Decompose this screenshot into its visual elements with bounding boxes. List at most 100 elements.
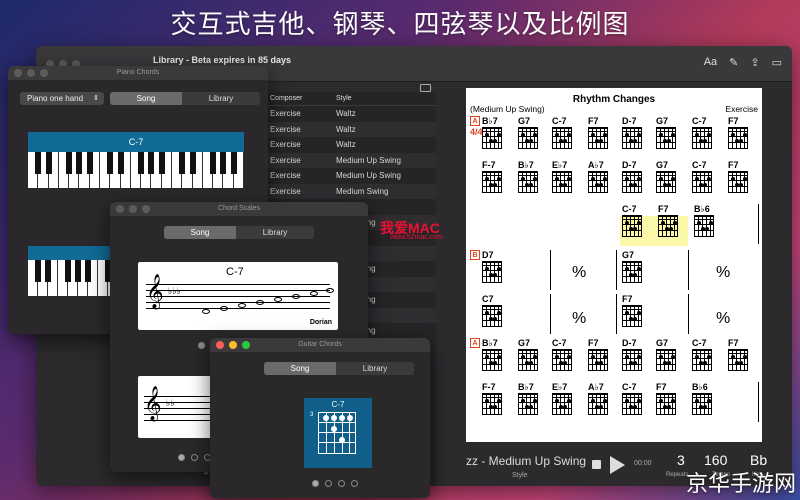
chord-cell[interactable]: D-7 [622, 338, 654, 386]
chord-cell[interactable]: G7 [518, 338, 550, 386]
chord-cell[interactable]: F7 [728, 160, 760, 208]
chord-cell[interactable]: F7 [728, 116, 760, 164]
table-row[interactable]: Exercise Waltz [266, 106, 436, 122]
font-size-icon[interactable]: Aa [704, 56, 717, 69]
chord-cell[interactable]: C-7 [622, 382, 654, 430]
chord-cell[interactable]: F7 [728, 338, 760, 386]
tab-song[interactable]: Song [110, 92, 182, 105]
pencil-icon[interactable]: ✎ [729, 56, 738, 69]
chord-cell[interactable]: B♭7 [482, 338, 514, 386]
chord-cell[interactable]: C-7 [622, 204, 654, 252]
black-key[interactable] [86, 152, 93, 174]
chord-name: C-7 [552, 338, 567, 348]
chord-cell[interactable]: F7 [656, 382, 688, 430]
piano-mode-select[interactable]: Piano one hand ⇕ [20, 92, 104, 105]
black-key[interactable] [148, 152, 155, 174]
table-row[interactable]: Exercise Medium Up Swing [266, 168, 436, 184]
cell-composer: Exercise [270, 155, 301, 165]
chord-cell[interactable]: B♭6 [694, 204, 726, 252]
sidebar-icon[interactable]: ▭ [772, 56, 782, 69]
barline [758, 382, 759, 422]
chord-cell[interactable]: G7 [622, 250, 654, 298]
window-title: Chord Scales [217, 205, 261, 212]
black-key[interactable] [35, 152, 42, 174]
chord-cell[interactable]: C-7 [692, 160, 724, 208]
black-key[interactable] [76, 152, 83, 174]
repeats-value[interactable]: 3 [677, 452, 685, 468]
chord-name: C-7 [692, 338, 707, 348]
chord-name: F7 [588, 338, 599, 348]
chord-cell[interactable]: F-7 [482, 382, 514, 430]
chord-diagram [656, 393, 676, 415]
black-key[interactable] [107, 152, 114, 174]
black-key[interactable] [65, 260, 71, 282]
chord-cell[interactable]: B♭7 [518, 382, 550, 430]
chord-cell[interactable]: G7 [656, 338, 688, 386]
chord-cell[interactable]: C-7 [552, 116, 584, 164]
chord-cell[interactable]: A♭7 [588, 382, 620, 430]
chord-cell[interactable]: G7 [656, 160, 688, 208]
column-composer[interactable]: Composer [266, 95, 336, 102]
black-key[interactable] [179, 152, 186, 174]
chord-cell[interactable]: C7 [482, 294, 514, 342]
watermark: 京华手游网 [685, 472, 796, 497]
tab-library[interactable]: Library [336, 362, 414, 375]
chord-cell[interactable]: F-7 [482, 160, 514, 208]
column-style[interactable]: Style [336, 95, 352, 102]
chord-cell[interactable]: G7 [518, 116, 550, 164]
page-dot[interactable] [198, 342, 205, 349]
table-row[interactable]: Exercise Waltz [266, 121, 436, 137]
chord-cell[interactable]: B♭7 [482, 116, 514, 164]
cell-composer: Exercise [270, 186, 301, 196]
chord-cell[interactable]: D7 [482, 250, 514, 298]
black-key[interactable] [230, 152, 237, 174]
table-row[interactable]: Exercise Waltz [266, 137, 436, 153]
share-icon[interactable]: ⇪ [750, 56, 759, 69]
black-key[interactable] [189, 152, 196, 174]
piano-keyboard-2[interactable] [28, 260, 118, 296]
tab-library[interactable]: Library [236, 226, 314, 239]
chord-cell[interactable]: F7 [658, 204, 690, 252]
page-dots[interactable] [312, 480, 358, 487]
black-key[interactable] [158, 152, 165, 174]
piano-keyboard[interactable] [28, 152, 244, 188]
chord-cell[interactable]: B♭6 [692, 382, 724, 430]
chord-cell[interactable]: D-7 [622, 116, 654, 164]
black-key[interactable] [75, 260, 81, 282]
chord-cell[interactable]: F7 [588, 116, 620, 164]
chord-cell[interactable]: E♭7 [552, 160, 584, 208]
cell-style: Waltz [336, 109, 356, 119]
black-key[interactable] [66, 152, 73, 174]
tab-library[interactable]: Library [182, 92, 260, 105]
tab-song[interactable]: Song [164, 226, 236, 239]
chord-cell[interactable]: E♭7 [552, 382, 584, 430]
black-key[interactable] [138, 152, 145, 174]
table-row[interactable]: Exercise Medium Up Swing [266, 152, 436, 168]
black-key[interactable] [45, 260, 51, 282]
black-key[interactable] [117, 152, 124, 174]
tab-song[interactable]: Song [264, 362, 336, 375]
stop-button[interactable] [592, 460, 601, 469]
chord-cell[interactable]: A♭7 [588, 160, 620, 208]
black-key[interactable] [220, 152, 227, 174]
chord-cell[interactable]: C-7 [692, 338, 724, 386]
chord-cell[interactable]: F7 [588, 338, 620, 386]
chord-cell[interactable]: D-7 [622, 160, 654, 208]
chord-cell[interactable]: C-7 [552, 338, 584, 386]
chord-cell[interactable]: F7 [622, 294, 654, 342]
chord-diagram [622, 349, 642, 371]
page-dots[interactable] [178, 454, 211, 461]
guitar-chord-diagram: C-7 3 [304, 398, 372, 468]
chord-cell[interactable]: G7 [656, 116, 688, 164]
black-key[interactable] [35, 260, 41, 282]
chord-cell[interactable]: C-7 [692, 116, 724, 164]
black-key[interactable] [210, 152, 217, 174]
play-button[interactable] [610, 456, 625, 474]
black-key[interactable] [85, 260, 91, 282]
table-row[interactable]: Exercise Medium Swing [266, 183, 436, 199]
chord-name: C7 [482, 294, 494, 304]
columns-toggle-icon[interactable] [420, 84, 431, 92]
black-key[interactable] [45, 152, 52, 174]
chord-diagram [692, 393, 712, 415]
chord-cell[interactable]: B♭7 [518, 160, 550, 208]
